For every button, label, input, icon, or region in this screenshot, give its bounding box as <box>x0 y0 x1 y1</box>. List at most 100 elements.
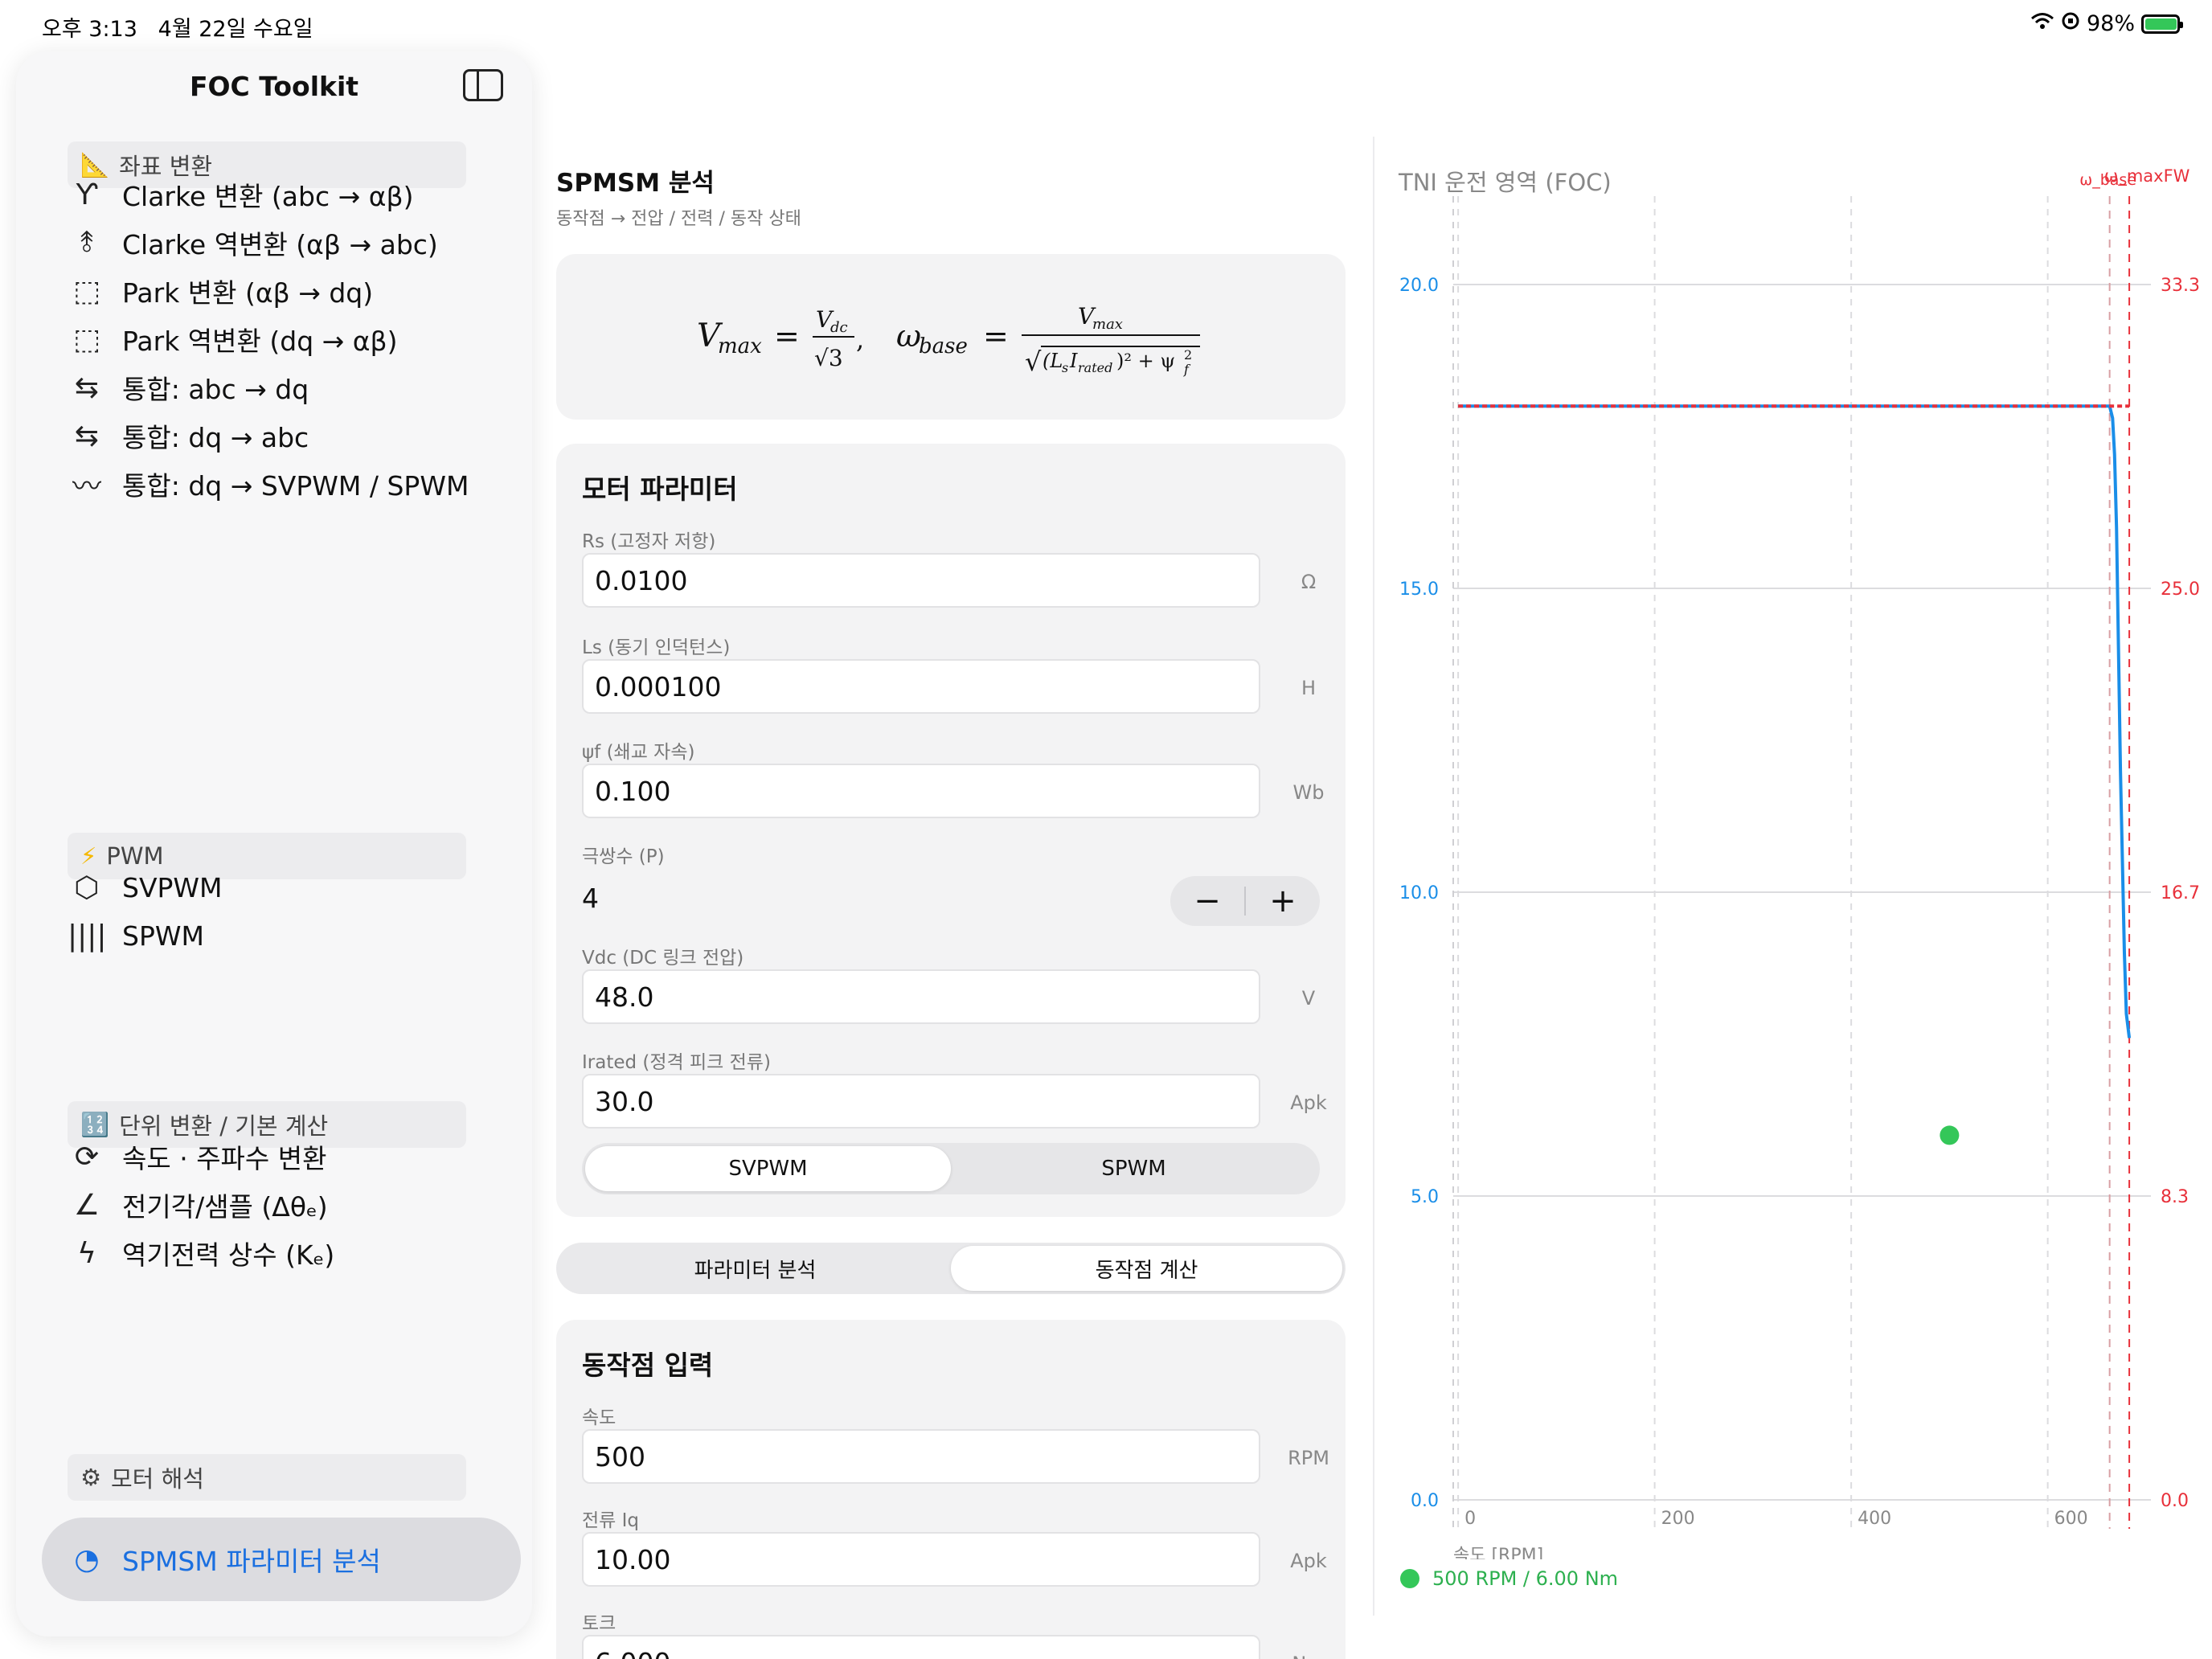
svg-text:√3: √3 <box>814 345 843 371</box>
svg-text:)² + ψ: )² + ψ <box>1116 350 1175 372</box>
sidebar-item-electrical-angle[interactable]: ∠ 전기각/샘플 (Δθₑ) <box>68 1181 494 1229</box>
main-content: SPMSM 분석 동작점 → 전압 / 전력 / 동작 상태 V max = V… <box>556 51 1352 1659</box>
status-indicators: 98% <box>2030 11 2183 36</box>
svg-text:,: , <box>856 324 864 354</box>
torque-unit: Nm <box>1280 1653 1337 1659</box>
sidebar-item-label: 전기각/샘플 (Δθₑ) <box>122 1191 328 1223</box>
sidebar-item-label: 통합: dq → SVPWM / SPWM <box>122 470 469 502</box>
iq-label: 전류 Iq <box>582 1510 640 1531</box>
status-time: 오후 3:13 <box>42 17 137 42</box>
tab-parameter-analysis[interactable]: 파라미터 분석 <box>559 1246 951 1291</box>
y-left-tick-label: 10.0 <box>1399 883 1439 903</box>
vdc-label: Vdc (DC 링크 전압) <box>582 948 744 969</box>
circle-arrows-icon: ⟳ <box>74 1140 100 1174</box>
svg-text:max: max <box>1092 316 1123 333</box>
svg-text:base: base <box>919 334 968 358</box>
ls-input[interactable]: 0.000100 <box>582 659 1260 714</box>
irated-input[interactable]: 30.0 <box>582 1074 1260 1129</box>
sidebar-item-clarke[interactable]: Ƴ Clarke 변환 (abc → αβ) <box>68 170 494 219</box>
y-right-tick-label: 0.0 <box>2161 1491 2189 1511</box>
y-right-tick-label: 8.3 <box>2161 1187 2189 1207</box>
page-subtitle: 동작점 → 전압 / 전력 / 동작 상태 <box>556 209 801 229</box>
stepper-plus-button[interactable]: + <box>1246 876 1320 926</box>
gauge-icon: ◔ <box>74 1542 100 1576</box>
sidebar-item-svpwm[interactable]: ⬡ SVPWM <box>68 863 494 911</box>
x-tick-label: 400 <box>1858 1509 1891 1529</box>
y-right-tick-label: 25.0 <box>2161 580 2200 600</box>
svg-text:=: = <box>983 318 1009 354</box>
gear-icon: ⚙ <box>80 1464 101 1491</box>
rs-input[interactable]: 0.0100 <box>582 553 1260 608</box>
psif-input[interactable]: 0.100 <box>582 764 1260 818</box>
svg-text:rated: rated <box>1078 360 1112 375</box>
chart-legend: 500 RPM / 6.00 Nm <box>1400 1567 1618 1590</box>
swap-arrows-icon: ⇆ <box>74 419 100 453</box>
wifi-icon <box>2030 11 2054 36</box>
page-title: SPMSM 분석 <box>556 169 715 198</box>
x-axis-label: 속도 [RPM] <box>1453 1546 1543 1559</box>
status-bar: 오후 3:13 4월 22일 수요일 98% <box>0 0 2212 51</box>
iq-unit: Apk <box>1290 1550 1327 1572</box>
psif-unit: Wb <box>1292 781 1325 804</box>
svg-text:ω: ω <box>896 318 921 354</box>
tab-operating-point[interactable]: 동작점 계산 <box>951 1246 1342 1291</box>
sidebar-item-speed-frequency[interactable]: ⟳ 속도 · 주파수 변환 <box>68 1133 494 1181</box>
x-tick-label: 600 <box>2054 1509 2088 1529</box>
tni-chart: TNI 운전 영역 (FOC) 0.0 0.0 5.0 8.3 10.0 16.7 15.0… <box>1376 145 2212 1624</box>
iq-input[interactable]: 10.00 <box>582 1532 1260 1587</box>
sidebar-item-park[interactable]: ⬚ Park 변환 (αβ → dq) <box>68 267 494 315</box>
section-label: 모터 해석 <box>111 1465 204 1493</box>
op-heading: 동작점 입력 <box>582 1350 714 1381</box>
svg-text:f: f <box>1183 362 1191 377</box>
y-left-tick-label: 15.0 <box>1399 580 1439 600</box>
sidebar-item-spmsm-analysis[interactable]: ◔ SPMSM 파라미터 분석 <box>42 1518 521 1601</box>
status-date: 4월 22일 수요일 <box>158 17 313 42</box>
sidebar-item-label: SPWM <box>122 920 204 952</box>
svg-text:=: = <box>774 318 800 354</box>
sidebar-item-label: Park 변환 (αβ → dq) <box>122 277 374 309</box>
pwm-mode-segmented: SVPWM SPWM <box>582 1143 1320 1194</box>
operating-point-card: 동작점 입력 속도 500 RPM 전류 Iq 10.00 Apk 토크 6.0… <box>556 1320 1346 1659</box>
formula-card: V max = V dc √3 , ω base = V max √ (L s … <box>556 254 1346 420</box>
battery-percent: 98% <box>2086 11 2135 36</box>
torque-input[interactable]: 6.000 <box>582 1635 1260 1659</box>
waveform-bars-icon: |||| <box>68 919 107 952</box>
rotate-left-square-icon: ⬚ <box>72 274 100 308</box>
fork-arrows-icon: Ƴ <box>76 178 98 211</box>
svg-text:s: s <box>1062 360 1068 375</box>
x-tick-label: 200 <box>1661 1509 1695 1529</box>
vdc-input[interactable]: 48.0 <box>582 969 1260 1024</box>
sidebar-item-dq-to-abc[interactable]: ⇆ 통합: dq → abc <box>68 412 494 460</box>
sidebar-toggle-icon[interactable] <box>463 69 503 101</box>
rs-label: Rs (고정자 저항) <box>582 531 716 552</box>
analysis-mode-tabs: 파라미터 분석 동작점 계산 <box>556 1243 1346 1294</box>
status-time-date: 오후 3:13 4월 22일 수요일 <box>42 11 313 43</box>
sidebar-item-abc-to-dq[interactable]: ⇆ 통합: abc → dq <box>68 363 494 412</box>
speed-input[interactable]: 500 <box>582 1429 1260 1484</box>
y-left-tick-label: 0.0 <box>1411 1491 1439 1511</box>
sidebar-item-back-emf[interactable]: ϟ 역기전력 상수 (Kₑ) <box>68 1229 494 1277</box>
sidebar-item-label: Clarke 역변환 (αβ → abc) <box>122 229 438 260</box>
sidebar-item-label: Clarke 변환 (abc → αβ) <box>122 181 414 212</box>
sidebar: FOC Toolkit 📐 좌표 변환 Ƴ Clarke 변환 (abc → α… <box>16 51 532 1636</box>
sidebar-item-spwm[interactable]: |||| SPWM <box>68 911 494 960</box>
segment-spwm[interactable]: SPWM <box>951 1146 1317 1191</box>
svg-text:dc: dc <box>830 319 848 336</box>
bolt-circle-icon: ϟ <box>77 1236 96 1270</box>
svg-text:max: max <box>718 334 762 358</box>
vdc-unit: V <box>1301 987 1316 1010</box>
irated-unit: Apk <box>1290 1092 1327 1114</box>
stepper-minus-button[interactable]: − <box>1170 876 1244 926</box>
omega-maxfw-label: ω_maxFW <box>2104 166 2190 186</box>
torque-envelope-line <box>1458 404 2132 1038</box>
sidebar-item-clarke-inverse[interactable]: ⥉ Clarke 역변환 (αβ → abc) <box>68 219 494 267</box>
sidebar-item-dq-to-pwm[interactable]: 〰 통합: dq → SVPWM / SPWM <box>68 460 494 508</box>
segment-svpwm[interactable]: SVPWM <box>585 1146 951 1191</box>
sidebar-item-park-inverse[interactable]: ⬚ Park 역변환 (dq → αβ) <box>68 315 494 363</box>
y-left-tick-label: 5.0 <box>1411 1187 1439 1207</box>
y-right-tick-label: 33.3 <box>2161 276 2200 296</box>
formula-image: V max = V dc √3 , ω base = V max √ (L s … <box>697 303 1200 377</box>
sidebar-item-label: SPMSM 파라미터 분석 <box>122 1546 381 1577</box>
chart-plot: 0.0 0.0 5.0 8.3 10.0 16.7 15.0 25.0 20.0 33.3 0 200… <box>1399 166 2200 1559</box>
motor-params-card: 모터 파라미터 Rs (고정자 저항) 0.0100 Ω Ls (동기 인덕턴스… <box>556 444 1346 1217</box>
